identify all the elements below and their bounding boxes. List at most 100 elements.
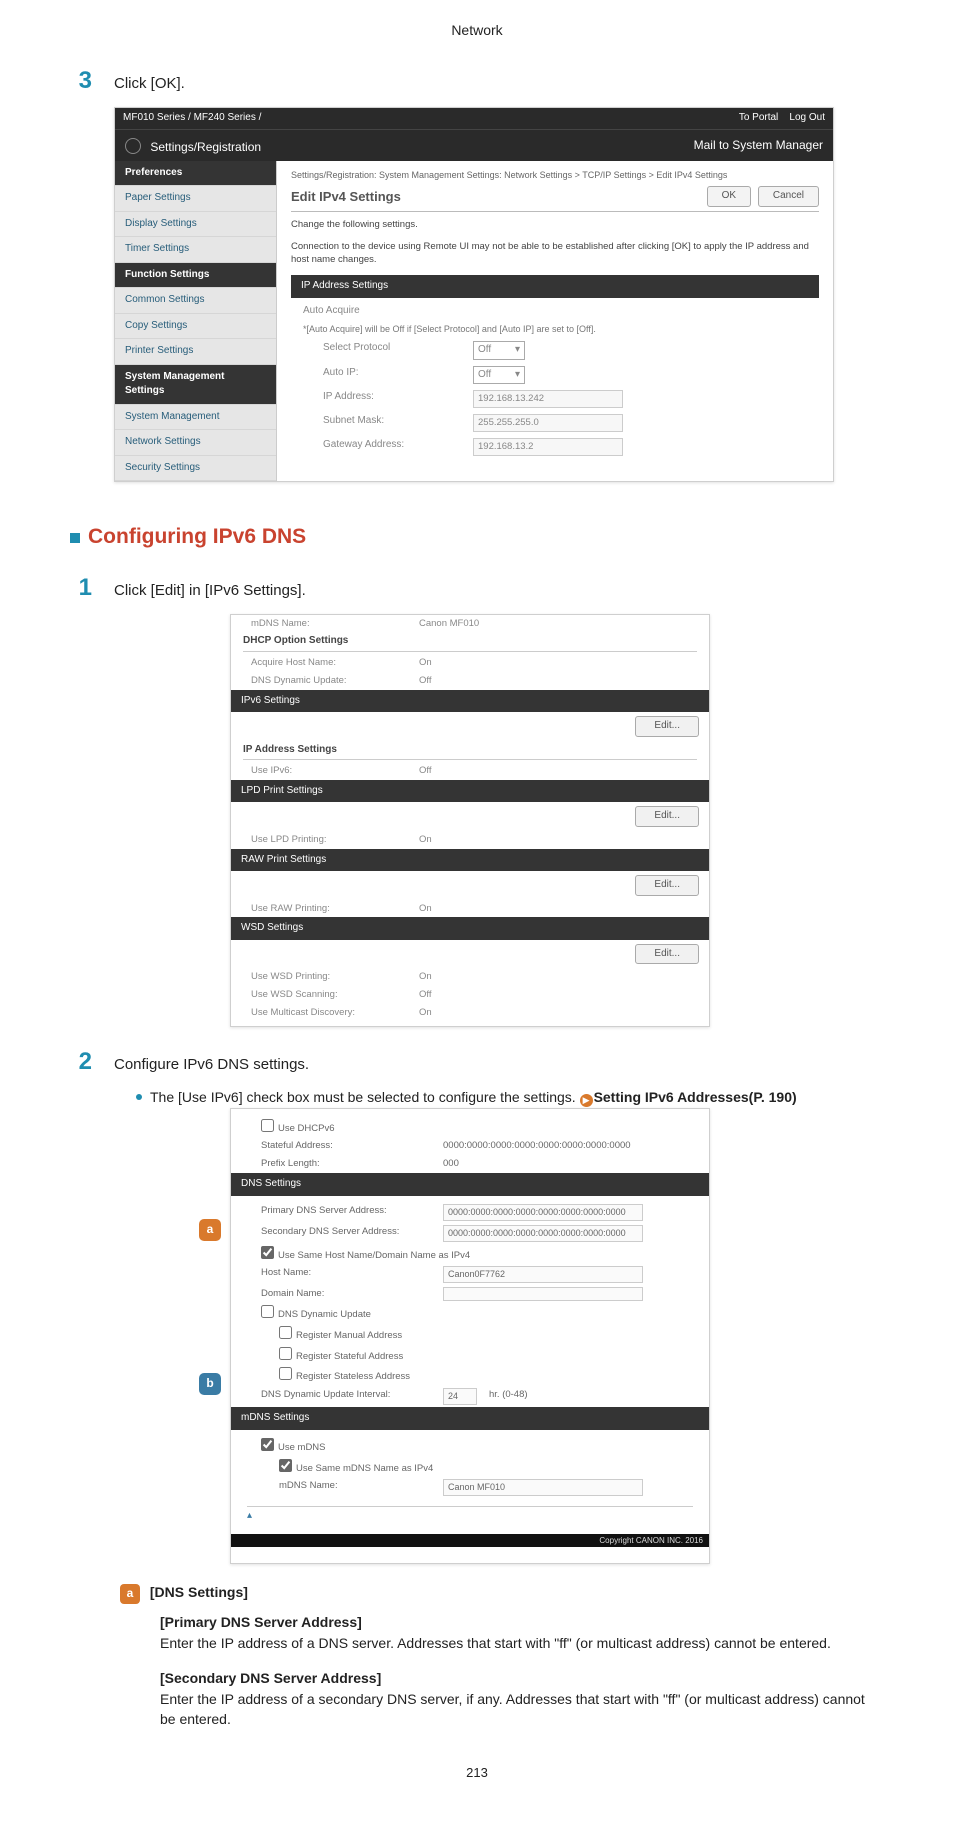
same-mdns-name-checkbox[interactable]: Use Same mDNS Name as IPv4 — [279, 1459, 433, 1476]
callout-b-icon: b — [199, 1373, 221, 1395]
register-stateless-checkbox[interactable]: Register Stateless Address — [279, 1367, 410, 1384]
dns-interval-field[interactable]: 24 — [443, 1388, 477, 1405]
use-mdns-checkbox[interactable]: Use mDNS — [261, 1438, 326, 1455]
gear-icon — [125, 138, 141, 154]
step-3-number: 3 — [70, 64, 92, 99]
use-lpd-value: On — [419, 833, 432, 847]
page-header: Network — [70, 20, 884, 40]
use-wsd-print-label: Use WSD Printing: — [251, 970, 401, 984]
step-2-text: Configure IPv6 DNS settings. — [114, 1054, 309, 1076]
section-square-icon — [70, 533, 80, 543]
select-protocol-dropdown[interactable]: Off▾ — [473, 341, 525, 360]
sidebar-item-common[interactable]: Common Settings — [115, 288, 276, 314]
raw-edit-button[interactable]: Edit... — [635, 875, 699, 896]
mdns-settings-strip: mDNS Settings — [231, 1407, 709, 1430]
raw-print-strip: RAW Print Settings — [231, 849, 709, 872]
cancel-button[interactable]: Cancel — [758, 186, 819, 207]
section-heading: Configuring IPv6 DNS — [70, 522, 884, 552]
select-protocol-label: Select Protocol — [323, 341, 453, 360]
dns-dynamic-update-label: DNS Dynamic Update: — [251, 674, 401, 688]
connection-warning-note: Connection to the device using Remote UI… — [291, 240, 819, 268]
prefix-length-label: Prefix Length: — [261, 1157, 431, 1171]
to-portal-link[interactable]: To Portal — [739, 112, 778, 123]
gateway-address-label: Gateway Address: — [323, 438, 453, 456]
acquire-host-name-label: Acquire Host Name: — [251, 656, 401, 670]
dns-interval-label: DNS Dynamic Update Interval: — [261, 1388, 431, 1405]
bullet-dot-icon — [136, 1094, 142, 1100]
use-raw-value: On — [419, 902, 432, 916]
breadcrumb-path: Settings/Registration: System Management… — [291, 169, 819, 182]
domain-name-label: Domain Name: — [261, 1287, 431, 1301]
lpd-edit-button[interactable]: Edit... — [635, 806, 699, 827]
primary-dns-block: [Primary DNS Server Address] Enter the I… — [160, 1612, 884, 1654]
scroll-top-icon[interactable]: ▴ — [247, 1510, 252, 1521]
setting-ipv6-link[interactable]: Setting IPv6 Addresses(P. 190) — [594, 1089, 797, 1105]
prefix-length-value: 000 — [443, 1157, 459, 1171]
same-host-name-checkbox[interactable]: Use Same Host Name/Domain Name as IPv4 — [261, 1246, 470, 1263]
step-1: 1 Click [Edit] in [IPv6 Settings]. — [70, 571, 884, 606]
mdns-name-value: Canon MF010 — [419, 617, 479, 631]
wsd-edit-button[interactable]: Edit... — [635, 944, 699, 965]
host-name-label: Host Name: — [261, 1266, 431, 1283]
dns-settings-heading-row: a [DNS Settings] — [120, 1582, 884, 1604]
use-multicast-label: Use Multicast Discovery: — [251, 1006, 401, 1020]
domain-name-field[interactable] — [443, 1287, 643, 1301]
step-3-text: Click [OK]. — [114, 73, 185, 95]
logout-link[interactable]: Log Out — [789, 112, 825, 123]
ip-address-label: IP Address: — [323, 390, 453, 408]
use-wsd-print-value: On — [419, 970, 432, 984]
sidebar-function-header: Function Settings — [115, 263, 276, 289]
dns-dynamic-update-value: Off — [419, 674, 432, 688]
register-stateful-checkbox[interactable]: Register Stateful Address — [279, 1347, 403, 1364]
dns-dynamic-update-checkbox[interactable]: DNS Dynamic Update — [261, 1305, 371, 1322]
host-name-field[interactable]: Canon0F7762 — [443, 1266, 643, 1283]
ip-address-field[interactable]: 192.168.13.242 — [473, 390, 623, 408]
sidebar-item-security[interactable]: Security Settings — [115, 456, 276, 482]
sidebar: Preferences Paper Settings Display Setti… — [115, 161, 277, 482]
mdns-name-form-field[interactable]: Canon MF010 — [443, 1479, 643, 1496]
dhcp-option-heading: DHCP Option Settings — [243, 634, 697, 652]
sidebar-item-printer[interactable]: Printer Settings — [115, 339, 276, 365]
use-raw-label: Use RAW Printing: — [251, 902, 401, 916]
step-1-text: Click [Edit] in [IPv6 Settings]. — [114, 580, 306, 602]
step-3: 3 Click [OK]. — [70, 64, 884, 99]
step-1-number: 1 — [70, 571, 92, 606]
change-settings-note: Change the following settings. — [291, 218, 819, 232]
ok-button[interactable]: OK — [707, 186, 751, 207]
sidebar-item-copy[interactable]: Copy Settings — [115, 314, 276, 340]
step-2: 2 Configure IPv6 DNS settings. — [70, 1045, 884, 1080]
use-dhcpv6-checkbox[interactable]: Use DHCPv6 — [261, 1119, 335, 1136]
gateway-address-field[interactable]: 192.168.13.2 — [473, 438, 623, 456]
subnet-mask-field[interactable]: 255.255.255.0 — [473, 414, 623, 432]
secondary-dns-heading: [Secondary DNS Server Address] — [160, 1668, 884, 1688]
sidebar-item-paper[interactable]: Paper Settings — [115, 186, 276, 212]
use-wsd-scan-value: Off — [419, 988, 432, 1002]
secondary-dns-paragraph: Enter the IP address of a secondary DNS … — [160, 1690, 884, 1729]
register-manual-checkbox[interactable]: Register Manual Address — [279, 1326, 402, 1343]
primary-dns-field[interactable]: 0000:0000:0000:0000:0000:0000:0000:0000 — [443, 1204, 643, 1221]
sidebar-item-timer[interactable]: Timer Settings — [115, 237, 276, 263]
stateful-address-label: Stateful Address: — [261, 1139, 431, 1153]
primary-dns-paragraph: Enter the IP address of a DNS server. Ad… — [160, 1634, 884, 1654]
use-lpd-label: Use LPD Printing: — [251, 833, 401, 847]
ipv6-edit-button[interactable]: Edit... — [635, 716, 699, 737]
stateful-address-value: 0000:0000:0000:0000:0000:0000:0000:0000 — [443, 1139, 631, 1153]
sidebar-item-network[interactable]: Network Settings — [115, 430, 276, 456]
sidebar-item-display[interactable]: Display Settings — [115, 212, 276, 238]
mdns-name-form-label: mDNS Name: — [261, 1479, 431, 1496]
auto-acquire-label: Auto Acquire — [303, 304, 433, 319]
ip-address-settings-strip: IP Address Settings — [291, 275, 819, 298]
bullet-use-ipv6: The [Use IPv6] check box must be selecte… — [136, 1087, 884, 1107]
subnet-mask-label: Subnet Mask: — [323, 414, 453, 432]
callout-a-icon: a — [199, 1219, 221, 1241]
primary-dns-heading: [Primary DNS Server Address] — [160, 1612, 884, 1632]
mail-to-system-manager-link[interactable]: Mail to System Manager — [694, 137, 823, 154]
primary-dns-label: Primary DNS Server Address: — [261, 1204, 431, 1221]
secondary-dns-label: Secondary DNS Server Address: — [261, 1225, 431, 1242]
secondary-dns-field[interactable]: 0000:0000:0000:0000:0000:0000:0000:0000 — [443, 1225, 643, 1242]
auto-ip-dropdown[interactable]: Off▾ — [473, 366, 525, 385]
dns-settings-heading: [DNS Settings] — [150, 1584, 248, 1600]
ipv6-settings-strip: IPv6 Settings — [231, 690, 709, 713]
sidebar-item-sysmgmt[interactable]: System Management — [115, 405, 276, 431]
sidebar-preferences-header: Preferences — [115, 161, 276, 187]
